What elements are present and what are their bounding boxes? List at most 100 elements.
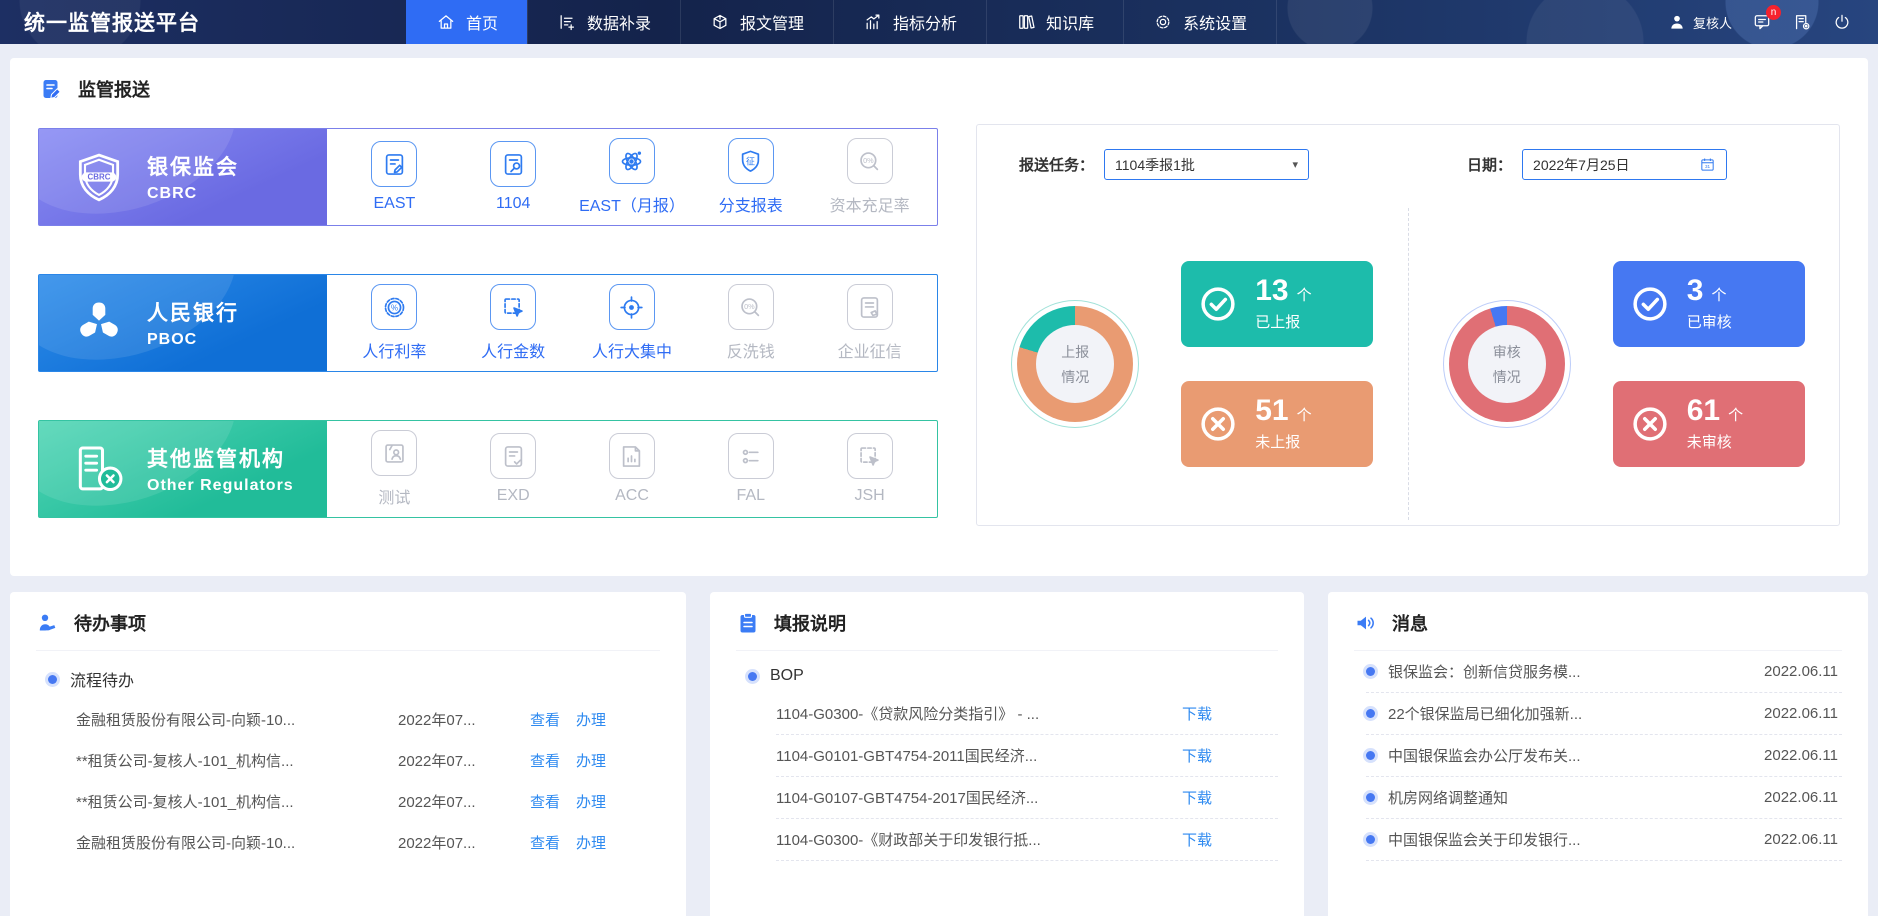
regulator-card-pboc[interactable]: 人民银行 PBOC <box>39 275 327 371</box>
tile-test[interactable]: 测试 <box>336 430 452 508</box>
view-link[interactable]: 查看 <box>530 709 560 730</box>
tile-label: EAST <box>373 195 416 212</box>
message-date: 2022.06.11 <box>1764 705 1838 722</box>
view-link[interactable]: 查看 <box>530 750 560 771</box>
message-row[interactable]: 中国银保监会办公厅发布关... 2022.06.11 <box>1366 735 1842 777</box>
count-unit: 个 <box>1728 407 1744 424</box>
regulator-card-cbrc[interactable]: CBRC 银保监会 CBRC <box>39 129 327 225</box>
tile-anti-money-laundering[interactable]: 0% 反洗钱 <box>693 284 809 362</box>
message-row[interactable]: 机房网络调整通知 2022.06.11 <box>1366 777 1842 819</box>
download-link[interactable]: 下载 <box>1182 703 1212 724</box>
not-uploaded-stat-card[interactable]: 51 个 未上报 <box>1181 381 1374 467</box>
todo-name: 金融租赁股份有限公司-向颖-10... <box>76 712 296 729</box>
handle-link[interactable]: 办理 <box>576 832 606 853</box>
tile-pboc-gold[interactable]: 人行金数 <box>455 284 571 362</box>
upload-status-section: 上报 情况 13 个 已上报 51 个 未上报 <box>977 208 1408 520</box>
message-row[interactable]: 22个银保监局已细化加强新... 2022.06.11 <box>1366 693 1842 735</box>
tile-label: 人行金数 <box>481 344 546 361</box>
nav-item-indicator-analysis[interactable]: 指标分析 <box>833 0 986 44</box>
message-title: 中国银保监会办公厅发布关... <box>1388 748 1581 765</box>
handle-link[interactable]: 办理 <box>576 750 606 771</box>
tile-jsh[interactable]: JSH <box>812 433 928 505</box>
tile-exd[interactable]: EXD <box>455 433 571 505</box>
tile-east[interactable]: EAST <box>336 141 452 213</box>
nav-item-label: 知识库 <box>1046 16 1095 33</box>
uploaded-stat-card[interactable]: 13 个 已上报 <box>1181 261 1374 347</box>
nav-item-knowledge-base[interactable]: 知识库 <box>986 0 1123 44</box>
tile-east-monthly[interactable]: EAST（月报） <box>574 138 690 216</box>
server-icon <box>78 446 123 492</box>
tile-capital-adequacy[interactable]: 0% 资本充足率 <box>812 138 928 216</box>
handle-link[interactable]: 办理 <box>576 709 606 730</box>
doc-chart-icon <box>608 433 655 479</box>
docs-group: BOP <box>748 667 1278 685</box>
todo-date: 2022年07... <box>398 753 476 770</box>
message-date: 2022.06.11 <box>1764 747 1838 764</box>
not-audited-label: 未审核 <box>1686 434 1732 451</box>
audited-stat-card[interactable]: 3个 已审核 <box>1612 261 1805 347</box>
reporting-stats-panel: 报送任务： 1104季报1批 ▾ 日期： 2022年7月25日 31 上报 情况… <box>976 124 1840 526</box>
message-date: 2022.06.11 <box>1764 789 1838 806</box>
tile-pboc-rate[interactable]: % 人行利率 <box>336 284 452 362</box>
bullet-dot <box>48 674 57 684</box>
tile-label: 1104 <box>495 195 531 212</box>
svg-text:31: 31 <box>1705 164 1711 169</box>
tile-fal[interactable]: FAL <box>693 433 809 505</box>
date-filter-label: 日期： <box>1467 157 1513 174</box>
donut-center-label: 情况 <box>1492 368 1521 385</box>
handle-link[interactable]: 办理 <box>576 791 606 812</box>
download-link[interactable]: 下载 <box>1182 787 1212 808</box>
message-title: 22个银保监局已细化加强新... <box>1388 706 1583 723</box>
doc-row: 1104-G0300-《财政部关于印发银行抵... 下载 <box>776 819 1278 861</box>
bullet-dot <box>1366 709 1375 718</box>
download-link[interactable]: 下载 <box>1182 829 1212 850</box>
tile-pboc-centralized[interactable]: 人行大集中 <box>574 284 690 362</box>
task-select[interactable]: 1104季报1批 ▾ <box>1104 149 1310 180</box>
tile-branch-reports[interactable]: 征 分支报表 <box>693 138 809 216</box>
todo-row: **租赁公司-复核人-101_机构信... 2022年07... 查看 办理 <box>76 740 660 781</box>
docs-group-label: BOP <box>770 667 804 684</box>
view-link[interactable]: 查看 <box>530 832 560 853</box>
audit-donut-chart: 审核 情况 <box>1442 300 1571 428</box>
nav-item-data-entry[interactable]: 数据补录 <box>527 0 680 44</box>
list-toggles-icon <box>727 433 774 479</box>
task-filter-label: 报送任务： <box>1019 157 1095 174</box>
message-title: 中国银保监会关于印发银行... <box>1388 832 1581 849</box>
date-picker-value: 2022年7月25日 <box>1533 156 1630 173</box>
svg-text:0%: 0% <box>744 302 755 311</box>
not-audited-stat-card[interactable]: 61 个 未审核 <box>1612 381 1805 467</box>
bullet-dot <box>1366 667 1375 676</box>
date-picker[interactable]: 2022年7月25日 31 <box>1522 149 1728 180</box>
stats-filters: 报送任务： 1104季报1批 ▾ 日期： 2022年7月25日 31 <box>977 149 1839 180</box>
document-gear-icon <box>1795 15 1810 30</box>
main-nav: 首页 数据补录 报文管理 指标分析 知识库 系统设置 <box>406 0 1278 44</box>
tile-enterprise-credit[interactable]: 企业征信 <box>812 284 928 362</box>
message-row[interactable]: 中国银保监会关于印发银行... 2022.06.11 <box>1366 819 1842 861</box>
user-name: 复核人 <box>1692 15 1732 31</box>
logout-button[interactable] <box>1832 12 1852 32</box>
message-count-badge: n <box>1766 5 1781 20</box>
percent-search-icon: 0% <box>846 138 893 184</box>
messages-button[interactable]: n <box>1752 5 1781 32</box>
nav-item-system-settings[interactable]: 系统设置 <box>1123 0 1278 44</box>
user-menu[interactable]: 复核人 <box>1667 12 1732 32</box>
percent-search-icon: 0% <box>727 284 774 330</box>
audited-count: 3 <box>1686 274 1704 307</box>
cross-circle-icon <box>1633 407 1667 441</box>
doc-check-icon <box>490 433 537 479</box>
nav-item-report-mgmt[interactable]: 报文管理 <box>680 0 833 44</box>
regulator-card-other[interactable]: 其他监管机构 Other Regulators <box>39 421 327 517</box>
message-row[interactable]: 银保监会：创新信贷服务模... 2022.06.11 <box>1366 651 1842 693</box>
nav-item-label: 数据补录 <box>587 16 652 33</box>
nav-item-home[interactable]: 首页 <box>406 0 528 44</box>
todo-group: 流程待办 <box>48 667 660 691</box>
task-doc-button[interactable] <box>1792 12 1812 32</box>
task-select-value: 1104季报1批 <box>1115 156 1195 173</box>
app-title: 统一监管报送平台 <box>24 12 200 35</box>
view-link[interactable]: 查看 <box>530 791 560 812</box>
tile-label: ACC <box>615 487 649 504</box>
tile-acc[interactable]: ACC <box>574 433 690 505</box>
download-link[interactable]: 下载 <box>1182 745 1212 766</box>
tile-1104[interactable]: 1104 <box>455 141 571 213</box>
user-icon <box>1671 15 1683 29</box>
